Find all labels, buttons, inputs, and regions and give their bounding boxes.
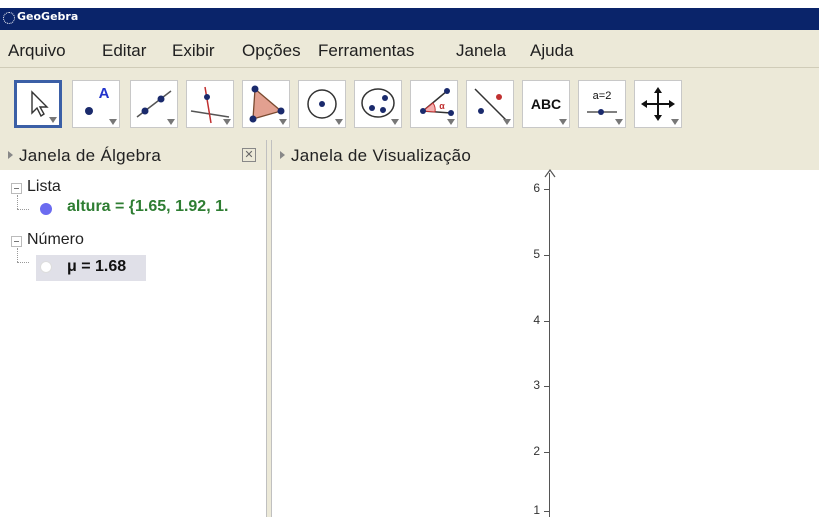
- conic-tool-button[interactable]: [354, 80, 402, 128]
- expand-caret-icon[interactable]: [280, 151, 285, 159]
- angle-tool-label: α: [439, 101, 445, 111]
- point-tool-button[interactable]: A: [72, 80, 120, 128]
- tool-menu-arrow-icon: [447, 119, 455, 125]
- tool-menu-arrow-icon: [559, 119, 567, 125]
- text-tool-button[interactable]: ABC: [522, 80, 570, 128]
- visibility-toggle-dot[interactable]: [40, 261, 52, 273]
- close-view-icon[interactable]: ✕: [242, 148, 256, 162]
- y-axis-tick: [544, 386, 549, 387]
- line-tool-button[interactable]: [130, 80, 178, 128]
- window-title: GeoGebra: [17, 10, 79, 23]
- expand-caret-icon[interactable]: [8, 151, 13, 159]
- y-axis-tick: [544, 321, 549, 322]
- tool-menu-arrow-icon: [391, 119, 399, 125]
- graphics-view[interactable]: Janela de Visualização 6 5 4 3 2 1: [272, 140, 819, 517]
- tree-connector: [17, 195, 19, 209]
- tool-menu-arrow-icon: [671, 119, 679, 125]
- graphics-view-title: Janela de Visualização: [291, 146, 472, 165]
- perpendicular-tool-button[interactable]: [186, 80, 234, 128]
- polygon-tool-button[interactable]: [242, 80, 290, 128]
- angle-tool-button[interactable]: α: [410, 80, 458, 128]
- geogebra-logo-icon: [3, 12, 15, 24]
- tree-connector: [17, 262, 29, 264]
- slider-tool-button[interactable]: a=2: [578, 80, 626, 128]
- tool-menu-arrow-icon: [167, 119, 175, 125]
- y-tick-label: 5: [533, 247, 540, 261]
- group-label-lista: Lista: [27, 178, 61, 195]
- algebra-object-mu[interactable]: μ = 1.68: [67, 258, 126, 276]
- menu-ajuda[interactable]: Ajuda: [530, 41, 573, 61]
- menu-opcoes[interactable]: Opções: [242, 41, 301, 61]
- algebra-view: Janela de Álgebra ✕ Lista altura = {1.65…: [0, 140, 266, 517]
- y-axis-tick: [544, 189, 549, 190]
- menu-arquivo[interactable]: Arquivo: [8, 41, 66, 61]
- algebra-view-title: Janela de Álgebra: [19, 146, 162, 165]
- menu-bar: Arquivo Editar Exibir Opções Ferramentas…: [0, 30, 819, 68]
- title-bar: GeoGebra: [0, 0, 819, 30]
- collapse-group-icon[interactable]: [11, 183, 22, 194]
- y-tick-label: 3: [533, 378, 540, 392]
- tool-menu-arrow-icon: [109, 119, 117, 125]
- move-tool-button[interactable]: [14, 80, 62, 128]
- move-view-tool-button[interactable]: [634, 80, 682, 128]
- group-label-numero: Número: [27, 231, 84, 248]
- reflect-tool-button[interactable]: [466, 80, 514, 128]
- menu-editar[interactable]: Editar: [102, 41, 146, 61]
- y-tick-label: 1: [533, 503, 540, 517]
- tree-connector: [17, 248, 19, 262]
- title-bar-background: [0, 8, 819, 30]
- y-axis-tick: [544, 511, 549, 512]
- menu-exibir[interactable]: Exibir: [172, 41, 215, 61]
- graphics-view-header: Janela de Visualização: [272, 140, 819, 170]
- point-tool-label: A: [98, 85, 110, 102]
- algebra-view-header: Janela de Álgebra ✕: [0, 140, 266, 170]
- visibility-toggle-dot[interactable]: [40, 203, 52, 215]
- tool-menu-arrow-icon: [615, 119, 623, 125]
- y-axis-tick: [544, 452, 549, 453]
- menu-janela[interactable]: Janela: [456, 41, 506, 61]
- y-tick-label: 6: [533, 181, 540, 195]
- tool-menu-arrow-icon: [49, 117, 57, 123]
- y-axis: [549, 173, 550, 517]
- collapse-group-icon[interactable]: [11, 236, 22, 247]
- text-icon: ABC: [530, 96, 562, 112]
- y-axis-arrow-icon: [544, 168, 556, 178]
- y-tick-label: 2: [533, 444, 540, 458]
- y-axis-tick: [544, 255, 549, 256]
- menu-ferramentas[interactable]: Ferramentas: [318, 41, 414, 61]
- tool-menu-arrow-icon: [503, 119, 511, 125]
- tree-connector: [17, 209, 29, 211]
- toolbar: A α ABC a=2: [0, 68, 819, 140]
- y-tick-label: 4: [533, 313, 540, 327]
- tool-menu-arrow-icon: [335, 119, 343, 125]
- circle-tool-button[interactable]: [298, 80, 346, 128]
- algebra-object-altura[interactable]: altura = {1.65, 1.92, 1.: [67, 198, 266, 216]
- tool-menu-arrow-icon: [279, 119, 287, 125]
- tool-menu-arrow-icon: [223, 119, 231, 125]
